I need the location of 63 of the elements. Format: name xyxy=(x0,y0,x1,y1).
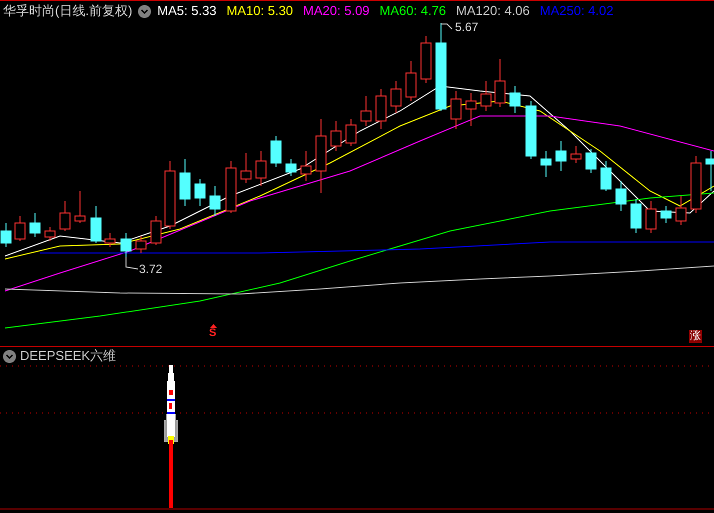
candlestick xyxy=(136,236,146,254)
candlestick xyxy=(556,140,566,172)
candlestick xyxy=(194,178,206,206)
candlestick xyxy=(90,206,102,244)
leader-line xyxy=(126,256,138,270)
candlestick xyxy=(646,200,656,234)
candlestick xyxy=(600,160,612,192)
candlestick xyxy=(210,186,220,216)
candlestick xyxy=(466,92,476,126)
candlestick xyxy=(706,150,714,192)
low-price-label: 3.72 xyxy=(139,263,162,275)
candlestick xyxy=(480,80,492,112)
candlestick xyxy=(406,60,416,102)
candlestick xyxy=(240,152,252,184)
candlestick xyxy=(420,36,432,84)
candlestick xyxy=(330,120,342,152)
candlestick xyxy=(164,160,176,230)
candlestick xyxy=(270,136,282,168)
chevron-down-icon[interactable] xyxy=(3,350,16,362)
leader-line xyxy=(440,24,452,30)
candlestick xyxy=(300,150,312,182)
candlestick xyxy=(14,216,26,242)
candlestick xyxy=(256,150,266,186)
candlestick xyxy=(676,196,686,226)
candlestick xyxy=(346,118,356,146)
candlestick xyxy=(60,200,70,232)
candlestick xyxy=(660,206,672,224)
stock-title: 华孚时尚(日线.前复权) xyxy=(3,2,132,20)
moving-average-value: MA5: 5.33 xyxy=(157,2,217,20)
high-price-label: 5.67 xyxy=(455,21,478,33)
candlestick xyxy=(526,100,536,160)
candlestick xyxy=(690,156,702,214)
moving-average-value: MA120: 4.06 xyxy=(456,2,530,20)
candlestick xyxy=(586,148,596,174)
candlestick xyxy=(540,150,552,178)
moving-average-value: MA20: 5.09 xyxy=(303,2,370,20)
candlestick xyxy=(74,190,86,224)
candlestick xyxy=(104,232,116,248)
candlestick xyxy=(360,96,372,126)
candlestick xyxy=(630,198,642,234)
candlestick xyxy=(0,222,12,248)
candlestick xyxy=(120,232,132,258)
candlestick xyxy=(616,180,626,212)
indicator-title: DEEPSEEK六维 xyxy=(20,347,116,366)
candlestick xyxy=(44,226,56,242)
candlestick xyxy=(510,86,520,114)
candlestick xyxy=(226,160,236,214)
candlestick xyxy=(570,146,582,164)
candlestick xyxy=(150,216,162,246)
caret-up-icon xyxy=(210,324,217,328)
candlestick xyxy=(286,158,296,176)
sell-signal-marker: S xyxy=(209,328,216,339)
candlestick xyxy=(376,88,386,130)
rise-signal-marker: 涨 xyxy=(689,330,702,343)
moving-average-value: MA10: 5.30 xyxy=(226,2,294,20)
candlestick xyxy=(30,212,40,238)
candlestick xyxy=(494,58,506,108)
chevron-down-icon[interactable] xyxy=(138,4,152,18)
moving-average-value: MA60: 4.76 xyxy=(380,2,446,20)
candlestick xyxy=(390,80,402,114)
candlestick xyxy=(450,90,462,130)
moving-average-value: MA250: 4.02 xyxy=(540,2,614,20)
candlestick xyxy=(180,158,190,206)
